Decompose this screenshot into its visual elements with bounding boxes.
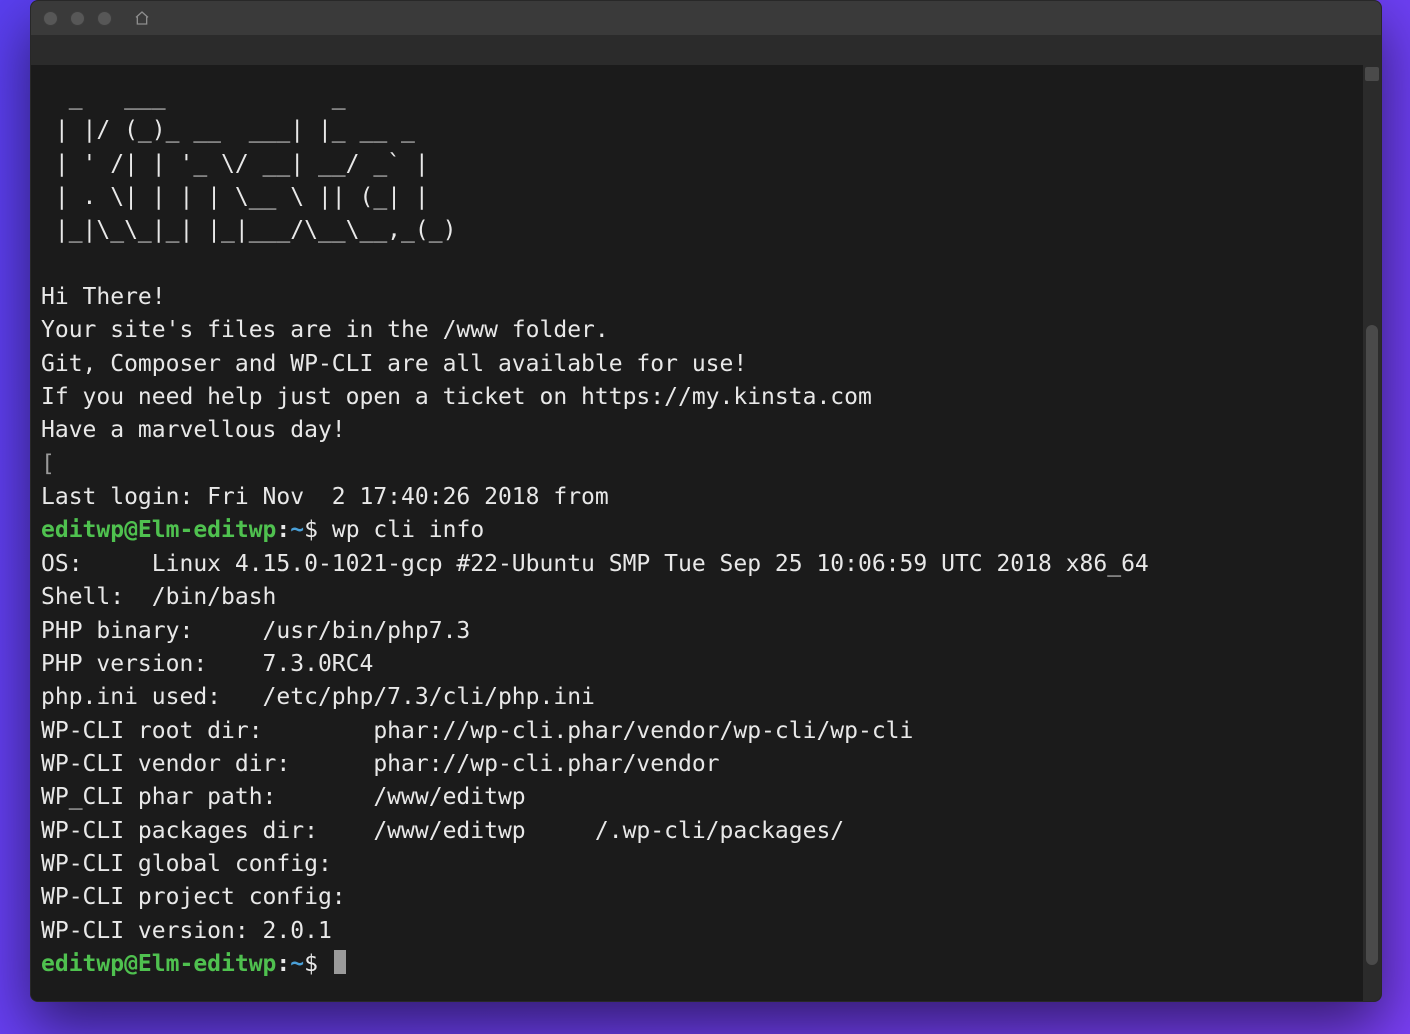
prompt-user-host-2: editwp@Elm-editwp (41, 951, 276, 977)
prompt-colon: : (276, 517, 290, 543)
window-zoom-button[interactable] (97, 11, 112, 26)
last-login-line: Last login: Fri Nov 2 17:40:26 2018 from (41, 484, 609, 510)
window-minimize-button[interactable] (70, 11, 85, 26)
scrollbar-thumb[interactable] (1366, 325, 1378, 965)
greeting-line-1: Hi There! (41, 284, 166, 310)
output-vendor-dir: WP-CLI vendor dir: phar://wp-cli.phar/ve… (41, 751, 720, 777)
greeting-line-3: Git, Composer and WP-CLI are all availab… (41, 351, 747, 377)
prompt-dollar: $ (304, 517, 318, 543)
greeting-line-5: Have a marvellous day! (41, 417, 346, 443)
output-phar-path: WP_CLI phar path: /www/editwp (41, 784, 526, 810)
output-packages-dir: WP-CLI packages dir: /www/editwp /.wp-cl… (41, 818, 844, 844)
terminal-body-row: _ ___ _ | |/ (_)_ __ ___| |_ __ _ | ' /|… (31, 65, 1381, 1001)
greeting-line-4: If you need help just open a ticket on h… (41, 384, 872, 410)
entered-command: wp cli info (332, 517, 484, 543)
ascii-art-banner: _ ___ _ | |/ (_)_ __ ___| |_ __ _ | ' /|… (41, 84, 456, 243)
terminal-output-area[interactable]: _ ___ _ | |/ (_)_ __ ___| |_ __ _ | ' /|… (31, 65, 1363, 1001)
output-php-version: PHP version: 7.3.0RC4 (41, 651, 373, 677)
prompt-colon-2: : (276, 951, 290, 977)
prompt-path-2: ~ (290, 951, 304, 977)
output-php-ini: php.ini used: /etc/php/7.3/cli/php.ini (41, 684, 595, 710)
vertical-scrollbar[interactable] (1363, 65, 1381, 1001)
tab-strip (31, 35, 1381, 65)
terminal-cursor (334, 950, 346, 974)
prompt-user-host: editwp@Elm-editwp (41, 517, 276, 543)
scrollbar-top-marker (1365, 67, 1379, 81)
output-version: WP-CLI version: 2.0.1 (41, 918, 332, 944)
window-titlebar (31, 1, 1381, 35)
greeting-line-2: Your site's files are in the /www folder… (41, 317, 609, 343)
prompt-path: ~ (290, 517, 304, 543)
output-shell: Shell: /bin/bash (41, 584, 276, 610)
output-os: OS: Linux 4.15.0-1021-gcp #22-Ubuntu SMP… (41, 551, 1149, 577)
output-root-dir: WP-CLI root dir: phar://wp-cli.phar/vend… (41, 718, 913, 744)
output-global-config: WP-CLI global config: (41, 851, 332, 877)
bracket-open: [ (41, 451, 55, 477)
terminal-window: _ ___ _ | |/ (_)_ __ ___| |_ __ _ | ' /|… (30, 0, 1382, 1002)
window-close-button[interactable] (43, 11, 58, 26)
output-php-binary: PHP binary: /usr/bin/php7.3 (41, 618, 470, 644)
output-project-config: WP-CLI project config: (41, 884, 346, 910)
prompt-dollar-2: $ (304, 951, 318, 977)
home-icon (134, 10, 150, 26)
